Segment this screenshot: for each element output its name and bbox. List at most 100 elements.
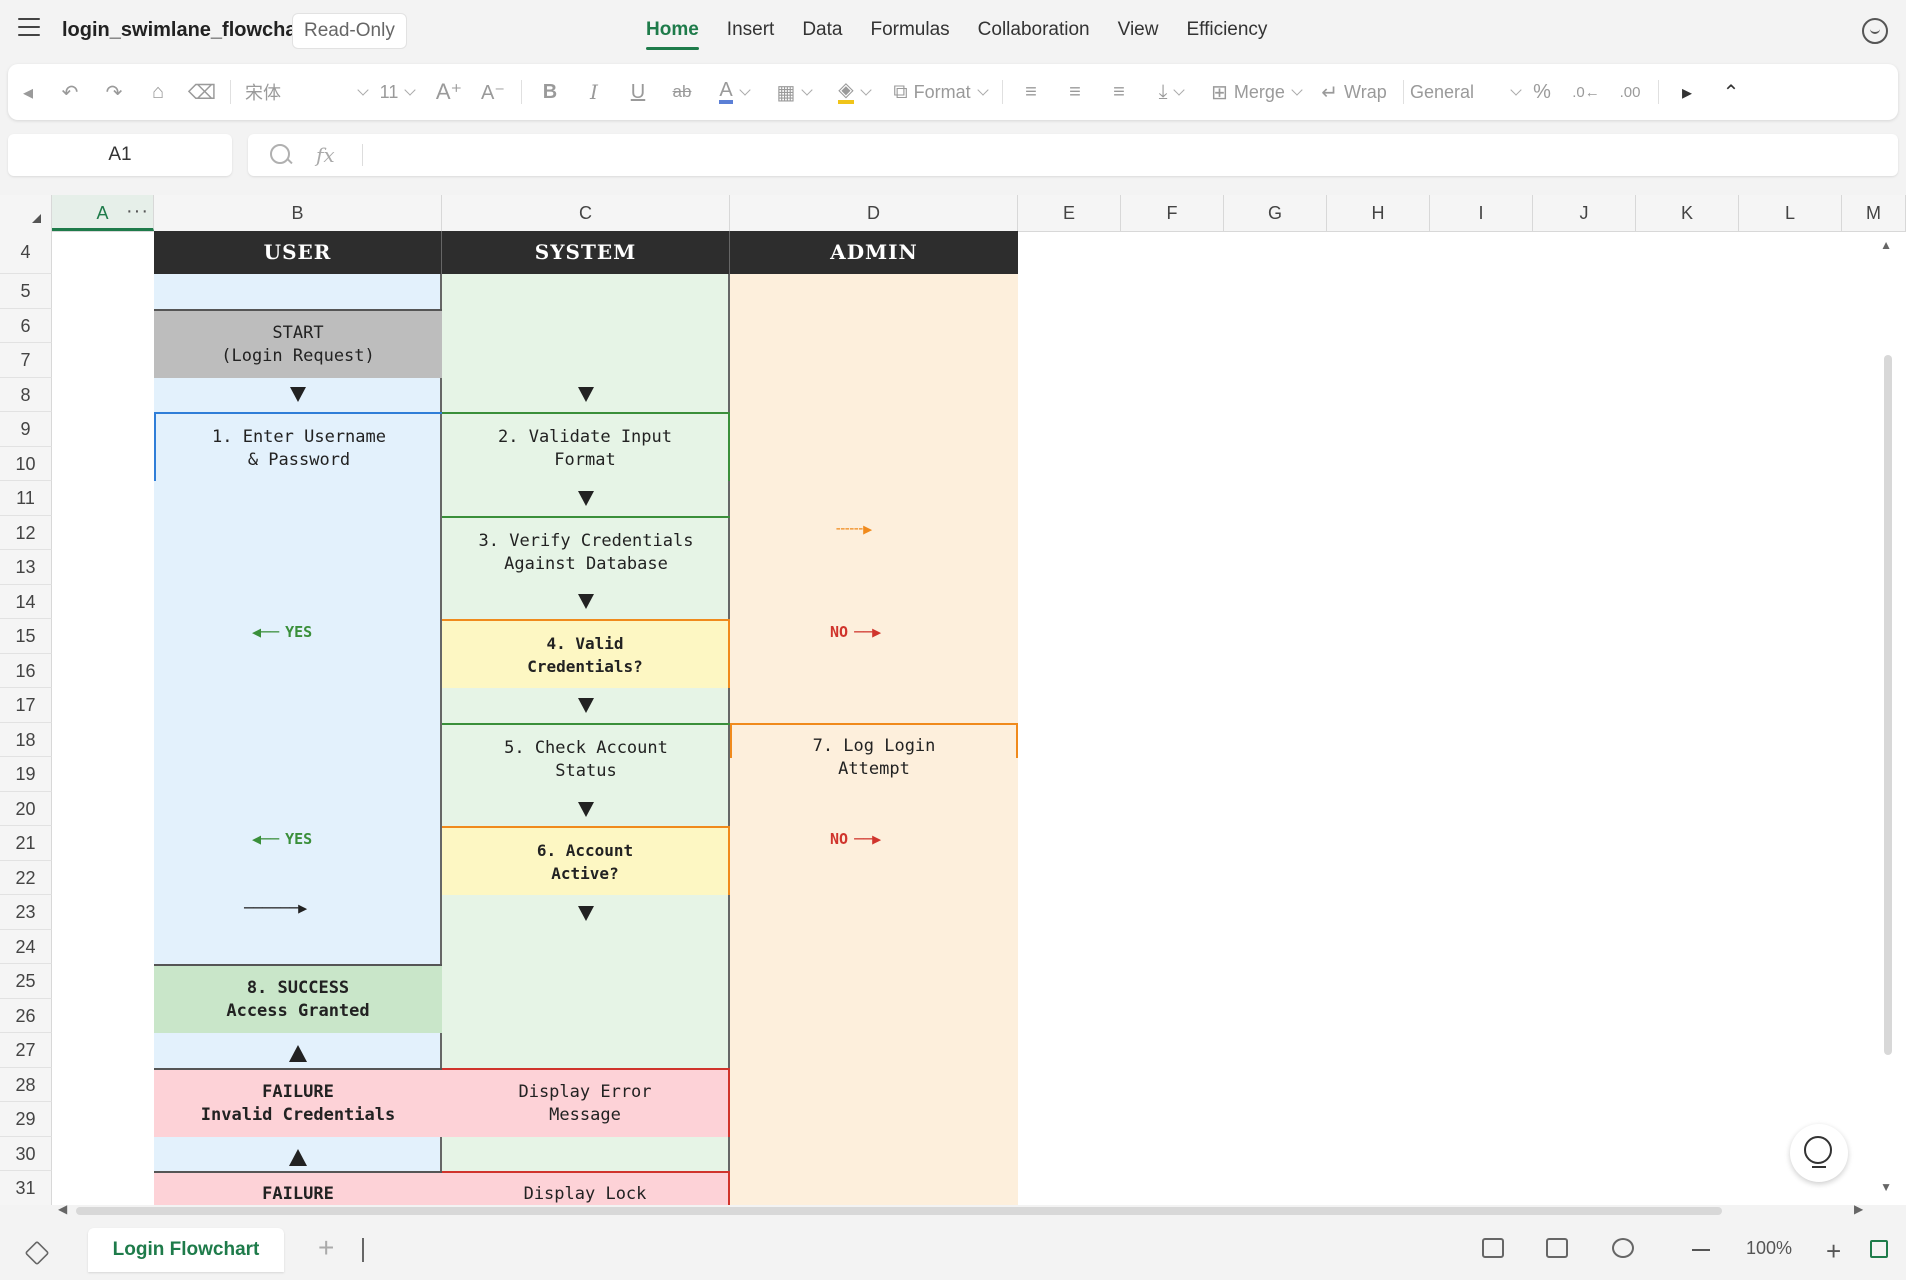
column-header-e[interactable]: E bbox=[1018, 195, 1121, 231]
row-header[interactable]: 7 bbox=[0, 343, 52, 378]
menu-collaboration[interactable]: Collaboration bbox=[964, 0, 1104, 60]
formula-zoom-icon[interactable] bbox=[270, 144, 290, 164]
bold-icon[interactable]: B bbox=[528, 81, 572, 104]
percent-icon[interactable]: % bbox=[1520, 81, 1564, 104]
ai-assistant-icon[interactable] bbox=[1790, 1124, 1848, 1182]
menu-insert[interactable]: Insert bbox=[713, 0, 789, 60]
row-header[interactable]: 11 bbox=[0, 481, 52, 516]
row-header[interactable]: 9 bbox=[0, 412, 52, 447]
vertical-align-icon[interactable]: ⤓ bbox=[1141, 81, 1201, 104]
column-header-i[interactable]: I bbox=[1430, 195, 1533, 231]
row-header[interactable]: 18 bbox=[0, 723, 52, 757]
zoom-out-icon[interactable] bbox=[1692, 1249, 1710, 1251]
font-name-select[interactable]: 宋体 bbox=[237, 79, 369, 105]
align-right-icon[interactable]: ≡ bbox=[1097, 81, 1141, 104]
row-header[interactable]: 17 bbox=[0, 688, 52, 723]
row-header[interactable]: 20 bbox=[0, 792, 52, 826]
row-header[interactable]: 13 bbox=[0, 550, 52, 585]
name-box[interactable]: A1 bbox=[8, 134, 232, 176]
row-header[interactable]: 22 bbox=[0, 861, 52, 895]
font-color-icon[interactable]: A bbox=[704, 80, 764, 104]
column-header-j[interactable]: J bbox=[1533, 195, 1636, 231]
page-layout-icon[interactable] bbox=[1482, 1238, 1504, 1258]
toolbar-more-icon[interactable]: ▸ bbox=[1665, 80, 1709, 105]
zoom-level[interactable]: 100% bbox=[1746, 1238, 1792, 1259]
underline-icon[interactable]: U bbox=[616, 81, 660, 104]
fill-color-icon[interactable]: ◈ bbox=[824, 80, 884, 104]
menu-efficiency[interactable]: Efficiency bbox=[1172, 0, 1281, 60]
assistant-avatar-icon[interactable] bbox=[1862, 18, 1888, 44]
scroll-left-icon[interactable]: ◀ bbox=[58, 1202, 67, 1216]
row-header[interactable]: 15 bbox=[0, 619, 52, 654]
row-header[interactable]: 8 bbox=[0, 378, 52, 412]
row-header[interactable]: 6 bbox=[0, 309, 52, 343]
menu-icon[interactable] bbox=[18, 18, 40, 36]
column-header-d[interactable]: D bbox=[730, 195, 1018, 231]
font-size-select[interactable]: 11 bbox=[367, 82, 427, 103]
vertical-scrollbar[interactable] bbox=[1884, 355, 1892, 1055]
menu-formulas[interactable]: Formulas bbox=[856, 0, 963, 60]
menu-home[interactable]: Home bbox=[632, 0, 713, 60]
clear-format-icon[interactable]: ⌫ bbox=[180, 80, 224, 105]
row-header[interactable]: 31 bbox=[0, 1171, 52, 1205]
formula-bar[interactable]: fx bbox=[248, 134, 1898, 176]
column-header-k[interactable]: K bbox=[1636, 195, 1739, 231]
scroll-right-icon[interactable]: ▶ bbox=[1854, 1202, 1863, 1216]
decrease-font-icon[interactable]: A⁻ bbox=[471, 80, 515, 105]
collapse-toolbar-icon[interactable]: ⌃ bbox=[1709, 80, 1753, 105]
row-header[interactable]: 10 bbox=[0, 447, 52, 481]
row-header[interactable]: 16 bbox=[0, 654, 52, 688]
format-painter-icon[interactable]: ⌂ bbox=[136, 81, 180, 104]
number-format-select[interactable]: General bbox=[1410, 82, 1522, 103]
fx-icon[interactable]: fx bbox=[316, 143, 335, 167]
borders-icon[interactable]: ▦ bbox=[764, 80, 824, 105]
merge-button[interactable]: ⊞ Merge bbox=[1201, 80, 1311, 105]
column-header-f[interactable]: F bbox=[1121, 195, 1224, 231]
italic-icon[interactable]: I bbox=[572, 80, 616, 104]
row-header[interactable]: 12 bbox=[0, 516, 52, 550]
row-header[interactable]: 23 bbox=[0, 895, 52, 930]
column-header-c[interactable]: C bbox=[442, 195, 730, 231]
sheet-list-icon[interactable] bbox=[24, 1240, 50, 1266]
redo-icon[interactable]: ↷ bbox=[92, 80, 136, 105]
zoom-in-icon[interactable]: + bbox=[1826, 1236, 1841, 1267]
column-header-h[interactable]: H bbox=[1327, 195, 1430, 231]
decrease-decimal-icon[interactable]: .0← bbox=[1564, 84, 1608, 101]
select-all-corner[interactable] bbox=[0, 195, 52, 231]
scroll-up-icon[interactable]: ▲ bbox=[1880, 238, 1892, 252]
horizontal-scrollbar[interactable] bbox=[76, 1207, 1722, 1215]
menu-view[interactable]: View bbox=[1104, 0, 1173, 60]
row-header[interactable]: 28 bbox=[0, 1068, 52, 1102]
column-header-b[interactable]: B bbox=[154, 195, 442, 231]
strikethrough-icon[interactable]: ab bbox=[660, 82, 704, 102]
row-header[interactable]: 5 bbox=[0, 274, 52, 309]
wrap-button[interactable]: ↵ Wrap bbox=[1311, 80, 1397, 105]
row-header[interactable]: 26 bbox=[0, 999, 52, 1033]
row-header[interactable]: 25 bbox=[0, 964, 52, 999]
row-header[interactable]: 30 bbox=[0, 1137, 52, 1171]
comment-icon[interactable] bbox=[1546, 1238, 1568, 1258]
format-button[interactable]: ⧉ Format bbox=[884, 81, 996, 104]
column-header-g[interactable]: G bbox=[1224, 195, 1327, 231]
spreadsheet-grid[interactable]: A ··· B C D E F G H I J K L M 4 5 6 7 8 … bbox=[0, 195, 1906, 1205]
column-header-l[interactable]: L bbox=[1739, 195, 1842, 231]
fullscreen-icon[interactable] bbox=[1870, 1240, 1888, 1258]
row-header[interactable]: 24 bbox=[0, 930, 52, 964]
sheet-tab-login-flowchart[interactable]: Login Flowchart bbox=[88, 1228, 284, 1272]
row-header[interactable]: 4 bbox=[0, 231, 52, 274]
row-header[interactable]: 19 bbox=[0, 757, 52, 792]
column-header-m[interactable]: M bbox=[1842, 195, 1906, 231]
collapse-left-icon[interactable]: ◂ bbox=[8, 80, 48, 105]
add-sheet-icon[interactable]: + bbox=[318, 1232, 334, 1264]
row-header[interactable]: 29 bbox=[0, 1102, 52, 1137]
menu-data[interactable]: Data bbox=[788, 0, 856, 60]
increase-decimal-icon[interactable]: .00 bbox=[1608, 84, 1652, 101]
align-left-icon[interactable]: ≡ bbox=[1009, 81, 1053, 104]
undo-icon[interactable]: ↶ bbox=[48, 80, 92, 105]
row-header[interactable]: 27 bbox=[0, 1033, 52, 1068]
align-center-icon[interactable]: ≡ bbox=[1053, 81, 1097, 104]
freeze-icon[interactable] bbox=[1612, 1238, 1634, 1258]
increase-font-icon[interactable]: A⁺ bbox=[427, 79, 471, 105]
row-header[interactable]: 21 bbox=[0, 826, 52, 861]
row-header[interactable]: 14 bbox=[0, 585, 52, 619]
